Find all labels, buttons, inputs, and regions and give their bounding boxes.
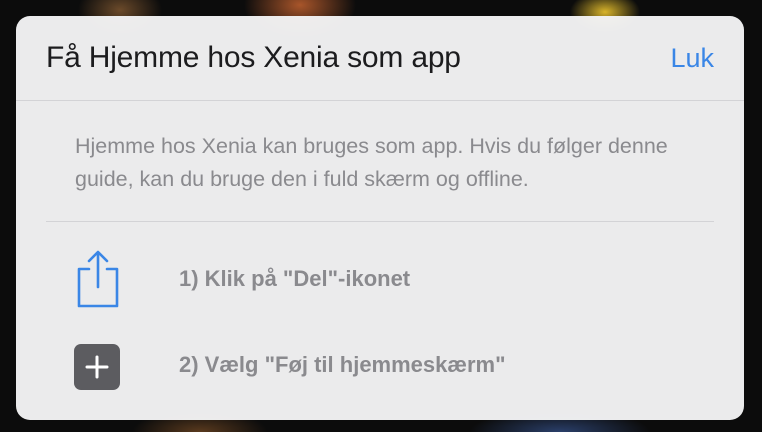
install-app-dialog: Få Hjemme hos Xenia som app Luk Hjemme h… <box>16 16 744 420</box>
dialog-header: Få Hjemme hos Xenia som app Luk <box>16 16 744 101</box>
step-add-to-home: 2) Vælg "Føj til hjemmeskærm" <box>16 336 744 396</box>
divider <box>46 221 714 222</box>
share-icon <box>74 250 122 310</box>
dialog-description: Hjemme hos Xenia kan bruges som app. Hvi… <box>75 134 668 191</box>
step-label: 1) Klik på "Del"-ikonet <box>179 266 411 291</box>
dialog-title: Få Hjemme hos Xenia som app <box>46 41 461 74</box>
add-square-icon <box>74 336 122 396</box>
step-share: 1) Klik på "Del"-ikonet <box>16 250 744 310</box>
close-button[interactable]: Luk <box>670 43 714 74</box>
step-label: 2) Vælg "Føj til hjemmeskærm" <box>179 352 506 377</box>
plus-box <box>74 344 120 390</box>
